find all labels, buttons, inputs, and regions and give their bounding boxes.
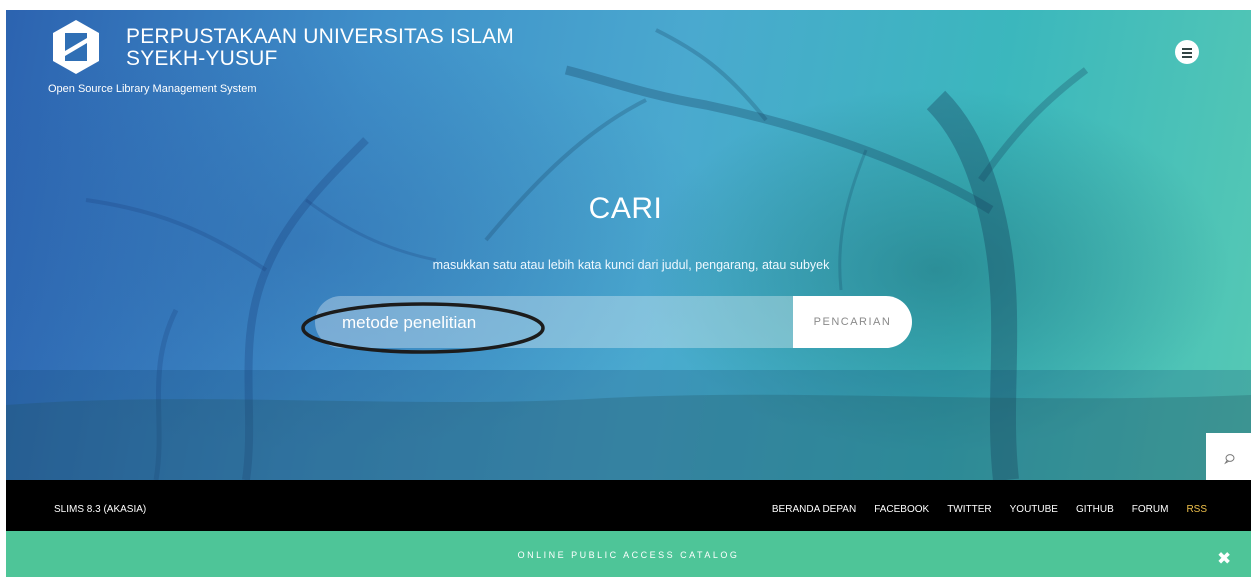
footer-link-facebook[interactable]: FACEBOOK — [874, 504, 929, 515]
footer-version: SLIMS 8.3 (AKASIA) — [54, 504, 147, 515]
site-title[interactable]: PERPUSTAKAAN UNIVERSITAS ISLAM SYEKH-YUS… — [126, 26, 514, 70]
footer-link-youtube[interactable]: YOUTUBE — [1010, 504, 1058, 515]
highlight-ellipse-annotation — [301, 302, 545, 354]
university-logo-icon[interactable] — [51, 18, 101, 76]
close-x-icon[interactable]: ✖ — [1217, 550, 1231, 567]
tree-background-image — [6, 28, 1251, 480]
menu-button[interactable] — [1175, 40, 1199, 64]
chat-button[interactable] — [1206, 433, 1251, 480]
chat-bubble-icon — [1224, 454, 1235, 465]
site-subtitle: Open Source Library Management System — [48, 83, 257, 95]
footer-link-rss[interactable]: RSS — [1186, 504, 1207, 515]
site-title-line2: SYEKH-YUSUF — [126, 47, 278, 70]
footer-link-beranda-depan[interactable]: BERANDA DEPAN — [772, 504, 856, 515]
opac-title: ONLINE PUBLIC ACCESS CATALOG — [517, 550, 740, 560]
footer-links: BERANDA DEPAN FACEBOOK TWITTER YOUTUBE G… — [772, 504, 1207, 515]
site-title-line1: PERPUSTAKAAN UNIVERSITAS ISLAM — [126, 25, 514, 48]
footer-link-forum[interactable]: FORUM — [1132, 504, 1169, 515]
search-button[interactable]: PENCARIAN — [793, 296, 912, 348]
search-heading: CARI — [588, 192, 663, 225]
footer-bar: SLIMS 8.3 (AKASIA) BERANDA DEPAN FACEBOO… — [6, 480, 1251, 531]
footer-link-twitter[interactable]: TWITTER — [947, 504, 991, 515]
opac-bar: ONLINE PUBLIC ACCESS CATALOG ✖ — [6, 531, 1251, 577]
hero-banner — [6, 10, 1251, 480]
hamburger-menu-icon — [1182, 48, 1192, 60]
search-hint: masukkan satu atau lebih kata kunci dari… — [432, 258, 830, 272]
footer-link-github[interactable]: GITHUB — [1076, 504, 1114, 515]
